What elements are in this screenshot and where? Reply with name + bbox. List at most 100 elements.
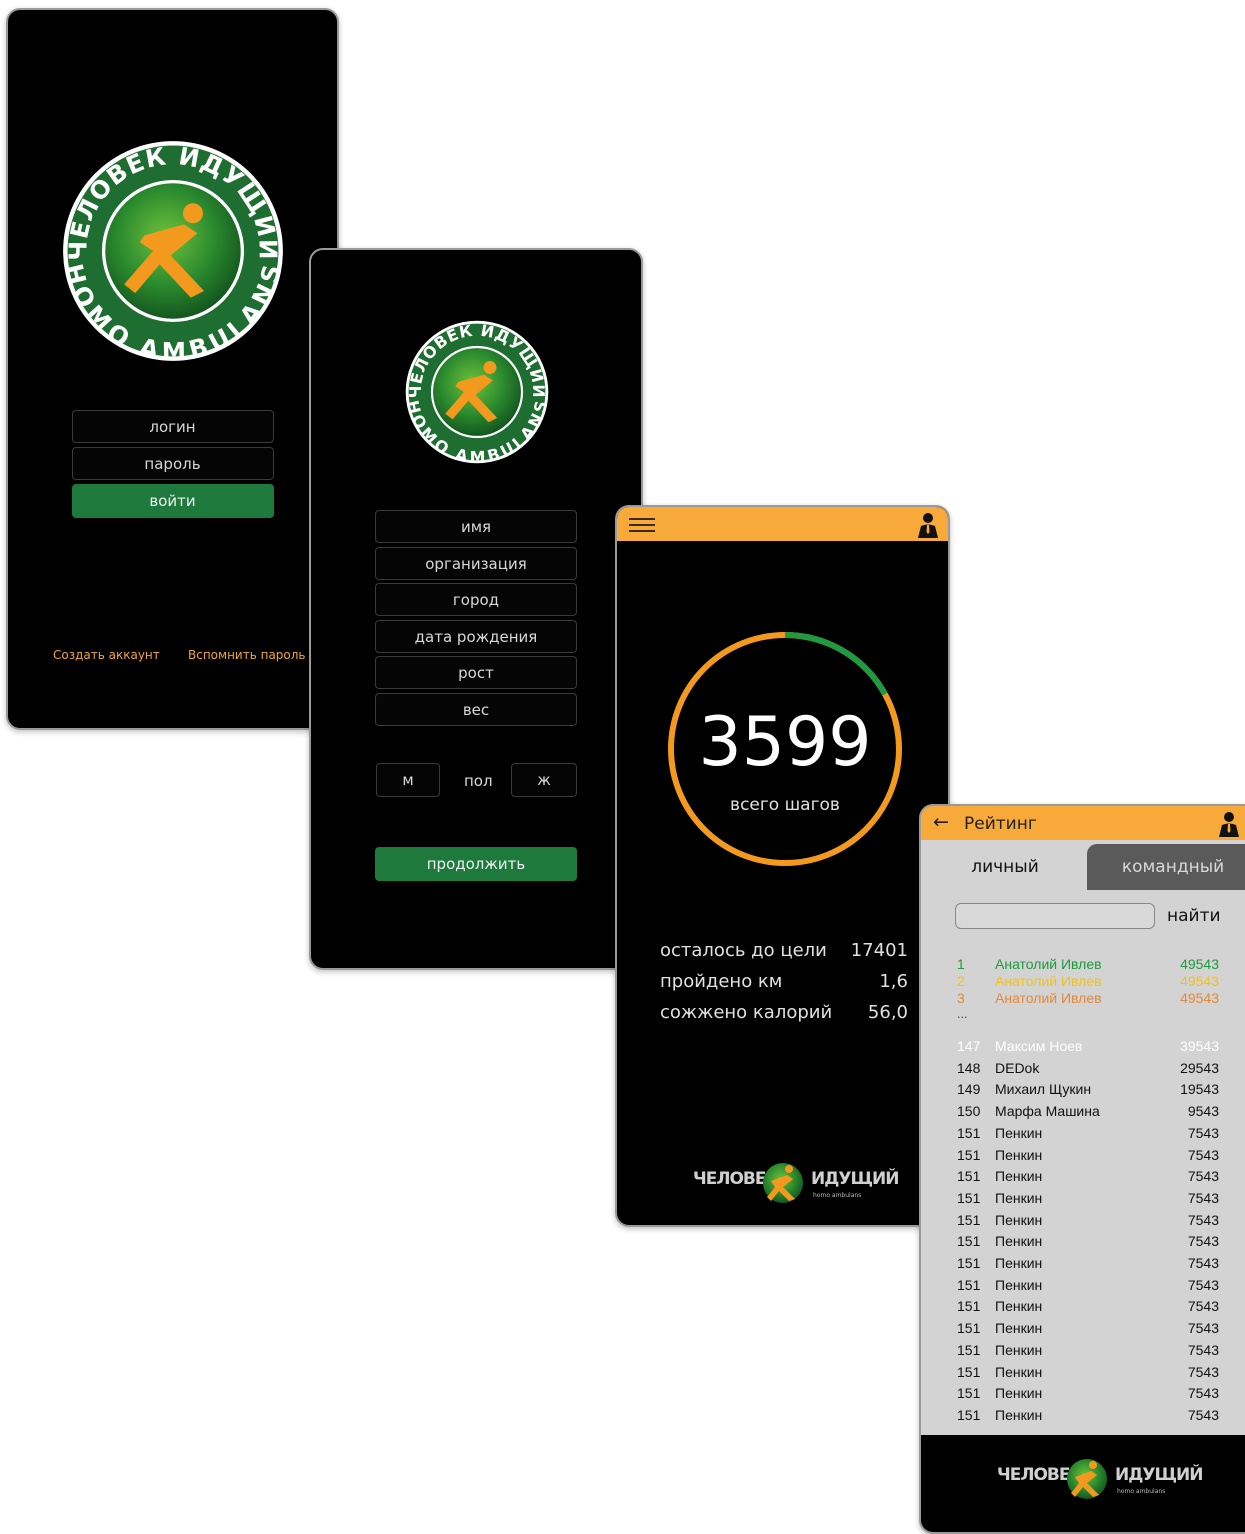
player-score: 29543 (1180, 1059, 1219, 1076)
player-score: 7543 (1187, 1189, 1219, 1206)
gender-male-button[interactable]: м (376, 763, 440, 797)
top-bar (617, 507, 948, 541)
table-row[interactable]: 151 Пенкин 7543 (957, 1168, 1219, 1189)
height-input[interactable]: рост (375, 656, 577, 689)
stat-label: осталось до цели (660, 940, 827, 961)
login-input[interactable]: логин (71, 410, 274, 443)
table-row[interactable]: 151 Пенкин 7543 (957, 1342, 1219, 1363)
player-name: Пенкин (995, 1406, 1043, 1423)
player-score: 7543 (1187, 1276, 1219, 1293)
player-name: Пенкин (995, 1168, 1043, 1185)
weight-input[interactable]: вес (375, 693, 577, 726)
ellipsis: ... (957, 1008, 968, 1021)
recover-password-link[interactable]: Вспомнить пароль (188, 648, 306, 662)
player-name: Пенкин (995, 1276, 1043, 1293)
stat-label: пройдено км (660, 971, 783, 992)
login-button[interactable]: войти (71, 484, 274, 518)
table-row[interactable]: 150 Марфа Машина 9543 (957, 1103, 1219, 1124)
create-account-link[interactable]: Создать аккаунт (53, 648, 160, 662)
player-name: Пенкин (995, 1189, 1043, 1206)
table-row[interactable]: 151 Пенкин 7543 (957, 1407, 1219, 1428)
player-score: 9543 (1187, 1103, 1219, 1120)
table-row[interactable]: 3 Анатолий Ивлев 49543 (957, 990, 1219, 1011)
rank-number: 151 (957, 1189, 981, 1206)
name-input[interactable]: имя (375, 510, 577, 543)
rank-number: 150 (957, 1103, 981, 1120)
rank-number: 151 (957, 1276, 981, 1293)
table-row[interactable]: 151 Пенкин 7543 (957, 1125, 1219, 1146)
player-name: Анатолий Ивлев (995, 973, 1102, 989)
player-score: 7543 (1187, 1341, 1219, 1358)
table-row[interactable]: 151 Пенкин 7543 (957, 1190, 1219, 1211)
player-name: Михаил Щукин (995, 1081, 1092, 1098)
player-name: Анатолий Ивлев (995, 956, 1102, 972)
continue-button[interactable]: продолжить (375, 847, 577, 881)
city-input[interactable]: город (375, 583, 577, 616)
stat-label: сожжено калорий (660, 1002, 833, 1023)
arrow-left-icon[interactable]: ← (933, 811, 949, 833)
player-score: 7543 (1187, 1298, 1219, 1315)
table-row[interactable]: 151 Пенкин 7543 (957, 1298, 1219, 1319)
search-input[interactable] (955, 903, 1155, 929)
table-row[interactable]: 149 Михаил Щукин 19543 (957, 1081, 1219, 1102)
table-row[interactable]: 151 Пенкин 7543 (957, 1385, 1219, 1406)
registration-screen: ЧЕЛОВЕК ИДУЩИЙ HOMO AMBULANS имя организ… (309, 248, 643, 970)
rank-number: 151 (957, 1124, 981, 1141)
table-row[interactable]: 151 Пенкин 7543 (957, 1277, 1219, 1298)
rank-number: 151 (957, 1406, 981, 1423)
rank-number: 151 (957, 1363, 981, 1380)
table-row[interactable]: 151 Пенкин 7543 (957, 1364, 1219, 1385)
stat-value: 56,0 (867, 1002, 908, 1023)
profile-icon[interactable] (1217, 811, 1241, 837)
rank-number: 151 (957, 1168, 981, 1185)
table-row[interactable]: 151 Пенкин 7543 (957, 1233, 1219, 1254)
player-score: 7543 (1187, 1146, 1219, 1163)
player-name: DEDok (995, 1059, 1040, 1076)
search-button[interactable]: найти (1167, 906, 1221, 926)
wordmark-small: homo ambulans (1117, 1488, 1166, 1495)
menu-icon[interactable] (629, 518, 655, 532)
table-row[interactable]: 151 Пенкин 7543 (957, 1147, 1219, 1168)
player-name: Пенкин (995, 1255, 1043, 1271)
rating-screen: ← Рейтинг личный командный найти 1 Анатол… (919, 804, 1245, 1534)
password-input[interactable]: пароль (71, 447, 274, 480)
player-name: Пенкин (995, 1320, 1043, 1337)
tab-personal[interactable]: личный (923, 844, 1087, 890)
rank-number: 2 (957, 973, 965, 989)
table-row[interactable]: 151 Пенкин 7543 (957, 1320, 1219, 1341)
stat-row-remaining: осталось до цели 17401 (660, 940, 908, 961)
wordmark-right: ИДУЩИЙ (811, 1169, 899, 1189)
player-score: 7543 (1187, 1255, 1219, 1271)
player-score: 7543 (1187, 1233, 1219, 1250)
birthdate-input[interactable]: дата рождения (375, 620, 577, 653)
player-score: 7543 (1187, 1320, 1219, 1337)
table-row[interactable]: 147 Максим Ноев 39543 (957, 1038, 1219, 1059)
player-score: 7543 (1187, 1211, 1219, 1228)
dashboard-screen: 3599 всего шагов осталось до цели 17401 … (615, 505, 950, 1227)
player-name: Анатолий Ивлев (995, 990, 1102, 1006)
player-score: 19543 (1180, 1081, 1219, 1098)
rank-number: 148 (957, 1059, 981, 1076)
table-row[interactable]: 151 Пенкин 7543 (957, 1212, 1219, 1233)
gender-female-button[interactable]: ж (511, 763, 577, 797)
table-row[interactable]: 148 DEDok 29543 (957, 1060, 1219, 1081)
rank-number: 151 (957, 1211, 981, 1228)
rank-number: 149 (957, 1081, 981, 1098)
top-bar: ← Рейтинг (921, 806, 1245, 840)
table-row[interactable]: 151 Пенкин 7543 (957, 1255, 1219, 1276)
player-name: Пенкин (995, 1341, 1043, 1358)
gender-label: пол (464, 772, 493, 790)
organization-input[interactable]: организация (375, 547, 577, 580)
player-name: Пенкин (995, 1211, 1043, 1228)
tab-team[interactable]: командный (1087, 844, 1245, 890)
stat-value: 17401 (850, 940, 908, 961)
rank-number: 151 (957, 1255, 981, 1271)
stat-value: 1,6 (879, 971, 908, 992)
player-score: 7543 (1187, 1406, 1219, 1423)
wordmark: ЧЕЛОВЕК ИДУЩИЙ homo ambulans (993, 1453, 1203, 1505)
rank-number: 151 (957, 1298, 981, 1315)
player-name: Пенкин (995, 1124, 1043, 1141)
profile-icon[interactable] (916, 512, 940, 538)
rank-number: 151 (957, 1341, 981, 1358)
wordmark: ЧЕЛОВЕК ИДУЩИЙ homo ambulans (687, 1157, 899, 1209)
